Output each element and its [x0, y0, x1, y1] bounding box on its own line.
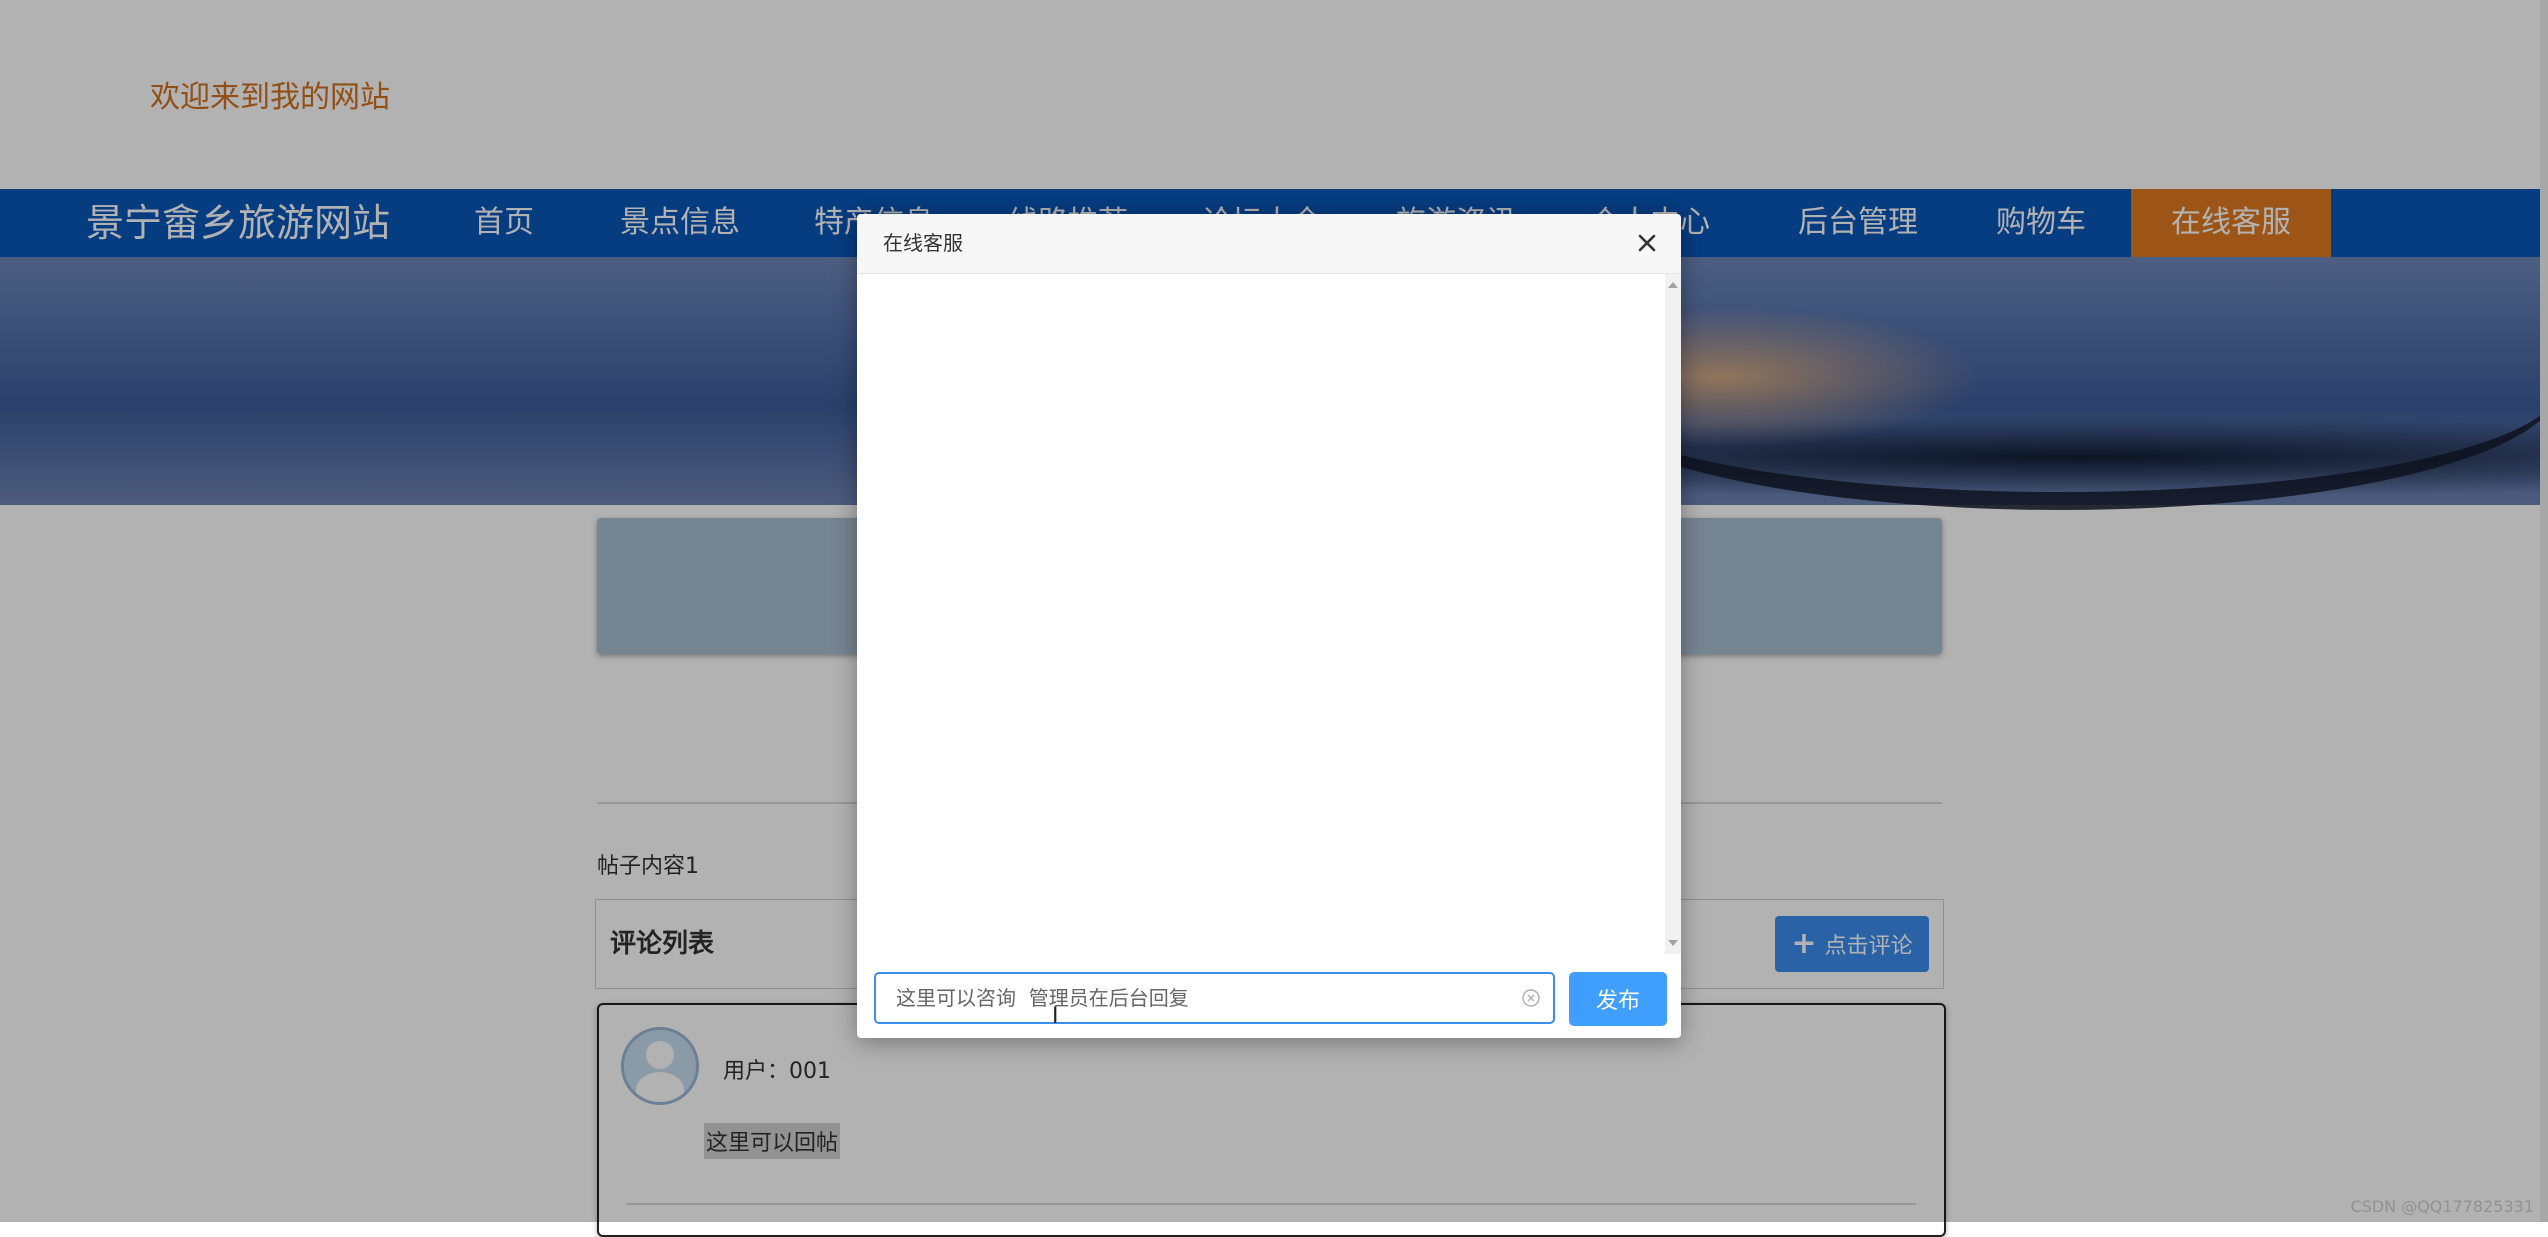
dialog-header: 在线客服	[857, 214, 1681, 274]
close-icon[interactable]	[1631, 227, 1663, 259]
text-cursor-icon: I	[1052, 1004, 1059, 1029]
dialog-title: 在线客服	[883, 231, 963, 255]
publish-button[interactable]: 发布	[1569, 972, 1667, 1026]
scroll-up-arrow-icon[interactable]	[1668, 282, 1678, 288]
chat-scrollbar[interactable]	[1665, 274, 1681, 954]
scroll-down-arrow-icon[interactable]	[1668, 940, 1678, 946]
chat-input[interactable]: 这里可以咨询 管理员在后台回复	[874, 972, 1555, 1024]
chat-input-value: 这里可以咨询 管理员在后台回复	[896, 986, 1189, 1010]
online-service-dialog: 在线客服 这里可以咨询 管理员在后台回复 发布	[857, 214, 1681, 1038]
clear-input-icon[interactable]	[1521, 988, 1541, 1008]
chat-message-area[interactable]	[857, 274, 1665, 954]
